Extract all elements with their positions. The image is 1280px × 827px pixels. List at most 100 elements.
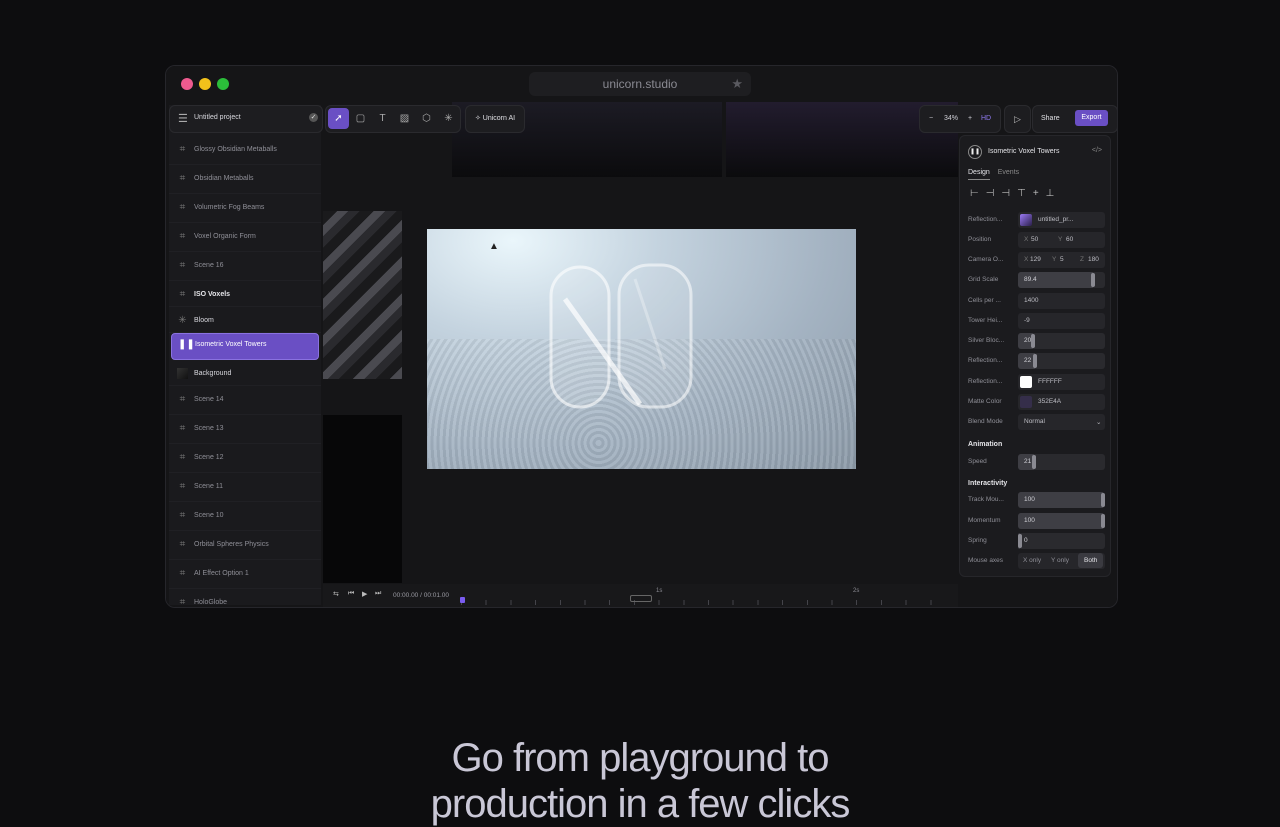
- position-x[interactable]: 50: [1031, 236, 1038, 243]
- hamburger-menu-icon[interactable]: ☰: [178, 112, 188, 125]
- layer-item[interactable]: ⌗ AI Effect Option 1: [169, 560, 321, 589]
- matte-color-field[interactable]: 352E4A: [1018, 394, 1105, 410]
- layer-label: Voxel Organic Form: [194, 233, 256, 240]
- position-y[interactable]: 60: [1066, 236, 1073, 243]
- zoom-level[interactable]: 34%: [944, 115, 958, 122]
- layer-item[interactable]: ⌗ ISO Voxels: [169, 281, 321, 307]
- layer-item[interactable]: ⌗ Voxel Organic Form: [169, 223, 321, 252]
- panel-tabs: Design Events: [968, 169, 1019, 180]
- position-field[interactable]: X 50 Y 60: [1018, 232, 1105, 248]
- effects-tool-icon[interactable]: ✳: [438, 108, 459, 129]
- silver-blocks-slider[interactable]: 20: [1018, 333, 1105, 349]
- frame-icon: ⌗: [179, 539, 186, 550]
- grid-scale-slider[interactable]: 89.4: [1018, 272, 1105, 288]
- track-mouse-slider[interactable]: 100: [1018, 492, 1105, 508]
- 3d-cube-tool-icon[interactable]: ⬡: [416, 108, 437, 129]
- panel-title: Isometric Voxel Towers: [988, 148, 1060, 155]
- frame-icon: ⌗: [179, 481, 186, 492]
- layer-item[interactable]: ⌗ Scene 16: [169, 252, 321, 281]
- layer-label: Scene 11: [194, 483, 224, 490]
- position-y-label: Y: [1058, 236, 1063, 243]
- tower-height-field[interactable]: -9: [1018, 313, 1105, 329]
- loop-icon[interactable]: ⇆: [333, 590, 339, 598]
- skip-back-icon[interactable]: ⏮: [348, 590, 354, 598]
- close-window-button[interactable]: [181, 78, 193, 90]
- axes-x-only[interactable]: X only: [1023, 557, 1041, 564]
- scene-thumbnail[interactable]: [323, 415, 402, 583]
- layer-item[interactable]: ⌗ Orbital Spheres Physics: [169, 531, 321, 560]
- layer-label: Scene 14: [194, 396, 224, 403]
- mouse-cursor-icon: ▲: [489, 241, 499, 252]
- silver-blocks-value: 20: [1024, 337, 1032, 344]
- color-swatch[interactable]: [1020, 396, 1032, 408]
- alignment-icons[interactable]: ⊢⊣⊣⊤+⊥: [970, 188, 1061, 199]
- minimize-window-button[interactable]: [199, 78, 211, 90]
- layer-item[interactable]: ⌗ Scene 12: [169, 444, 321, 473]
- layer-label: Glossy Obsidian Metaballs: [194, 146, 277, 153]
- reflection-slider[interactable]: 22: [1018, 353, 1105, 369]
- timeline[interactable]: ⇆ ⏮ ▶ ⏭ 00:00.00 / 00:01.00 1s 2s: [323, 584, 958, 607]
- zoom-out-icon[interactable]: −: [929, 115, 933, 122]
- code-icon[interactable]: </>: [1092, 147, 1102, 154]
- axes-y-only[interactable]: Y only: [1051, 557, 1069, 564]
- unicorn-ai-button[interactable]: ✧ Unicorn AI: [465, 105, 525, 133]
- skip-forward-icon[interactable]: ⏭: [375, 590, 381, 598]
- spring-slider[interactable]: 0: [1018, 533, 1105, 549]
- url-bar[interactable]: unicorn.studio ★: [529, 72, 751, 96]
- camera-x[interactable]: 129: [1030, 256, 1041, 263]
- timeline-ruler[interactable]: [461, 600, 955, 605]
- layer-item[interactable]: Background: [169, 360, 321, 386]
- camera-y[interactable]: 5: [1060, 256, 1064, 263]
- texture-thumb-icon: [1020, 214, 1032, 226]
- text-tool-icon[interactable]: T: [372, 108, 393, 129]
- tab-design[interactable]: Design: [968, 169, 990, 180]
- layer-item[interactable]: ❚❚ Isometric Voxel Towers: [171, 333, 319, 360]
- speed-label: Speed: [968, 458, 987, 465]
- track-mouse-label: Track Mou...: [968, 496, 1004, 503]
- project-bar[interactable]: ☰ Untitled project ✓: [169, 105, 323, 133]
- scene-thumbnail[interactable]: [323, 211, 402, 379]
- image-tool-icon[interactable]: ▨: [394, 108, 415, 129]
- layer-item[interactable]: ⌗ Obsidian Metaballs: [169, 165, 321, 194]
- playhead[interactable]: [460, 597, 465, 603]
- maximize-window-button[interactable]: [217, 78, 229, 90]
- layer-item[interactable]: ⌗ Volumetric Fog Beams: [169, 194, 321, 223]
- tab-events[interactable]: Events: [998, 169, 1019, 176]
- reflection-color-field[interactable]: FFFFFF: [1018, 374, 1105, 390]
- camera-z[interactable]: 180: [1088, 256, 1099, 263]
- momentum-slider[interactable]: 100: [1018, 513, 1105, 529]
- layer-item[interactable]: ⌗ Scene 13: [169, 415, 321, 444]
- layer-item[interactable]: ⌗ Scene 11: [169, 473, 321, 502]
- zoom-in-icon[interactable]: +: [968, 115, 972, 122]
- rectangle-tool-icon[interactable]: ▢: [350, 108, 371, 129]
- momentum-row: Momentum 100: [968, 513, 1106, 529]
- scene-preview[interactable]: ▲: [427, 229, 856, 469]
- layer-label: Isometric Voxel Towers: [195, 341, 267, 348]
- export-button[interactable]: Export: [1075, 110, 1108, 126]
- share-button[interactable]: Share: [1041, 115, 1060, 122]
- play-icon[interactable]: ▶: [362, 590, 367, 598]
- bookmark-star-icon[interactable]: ★: [731, 72, 743, 96]
- pause-icon[interactable]: ❚❚: [968, 145, 982, 159]
- matte-color-row: Matte Color 352E4A: [968, 394, 1106, 410]
- axes-both[interactable]: Both: [1078, 553, 1104, 568]
- layer-item[interactable]: ✳ Bloom: [169, 307, 321, 333]
- layer-item[interactable]: ⌗ Scene 14: [169, 386, 321, 415]
- layer-item[interactable]: ⌗ Glossy Obsidian Metaballs: [169, 136, 321, 165]
- quality-toggle[interactable]: HD: [981, 115, 991, 122]
- camera-field[interactable]: X 129 Y 5 Z 180: [1018, 252, 1105, 268]
- mouse-axes-segmented: X only Y only Both: [1018, 553, 1105, 569]
- preview-play-button[interactable]: ▷: [1004, 105, 1031, 133]
- timeline-zoom-handle[interactable]: [630, 595, 652, 602]
- speed-slider[interactable]: 21: [1018, 454, 1105, 470]
- reflection-map-field[interactable]: untitled_pr...: [1018, 212, 1105, 228]
- layer-item[interactable]: ⌗ Scene 10: [169, 502, 321, 531]
- pause-icon: ❚❚: [178, 339, 195, 350]
- cells-per-field[interactable]: 1400: [1018, 293, 1105, 309]
- blend-mode-select[interactable]: Normal ⌄: [1018, 414, 1105, 430]
- layer-item[interactable]: ⌗ HoloGlobe: [169, 589, 321, 607]
- color-swatch[interactable]: [1020, 376, 1032, 388]
- select-tool-icon[interactable]: ➚: [328, 108, 349, 129]
- headline: Go from playground to production in a fe…: [0, 735, 1280, 827]
- project-name[interactable]: Untitled project: [194, 114, 241, 121]
